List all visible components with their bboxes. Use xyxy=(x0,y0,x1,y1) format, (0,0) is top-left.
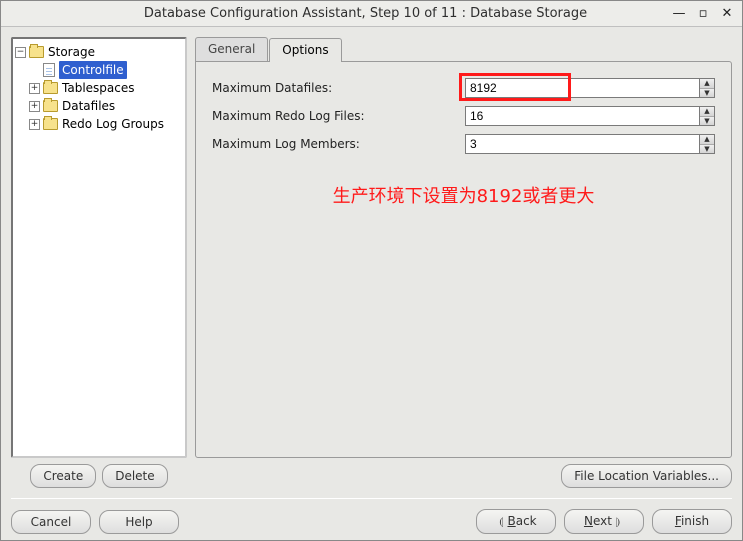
tab-strip: General Options xyxy=(195,37,732,61)
spinner-down-icon[interactable]: ▼ xyxy=(700,145,714,154)
right-column: General Options Maximum Datafiles: ▲ ▼ xyxy=(195,37,732,488)
input-max-log-members[interactable] xyxy=(465,134,699,154)
spinner-down-icon[interactable]: ▼ xyxy=(700,117,714,126)
row-max-log-members: Maximum Log Members: ▲ ▼ xyxy=(212,134,715,154)
file-location-row: File Location Variables... xyxy=(195,464,732,488)
tree-label-datafiles: Datafiles xyxy=(62,97,115,115)
row-max-datafiles: Maximum Datafiles: ▲ ▼ xyxy=(212,78,715,98)
row-max-redo: Maximum Redo Log Files: ▲ ▼ xyxy=(212,106,715,126)
help-button[interactable]: Help xyxy=(99,510,179,534)
spinner-up-icon[interactable]: ▲ xyxy=(700,107,714,117)
tree-item-tablespaces[interactable]: + Tablespaces xyxy=(29,79,183,97)
spinner-down-icon[interactable]: ▼ xyxy=(700,89,714,98)
spinner-up-icon[interactable]: ▲ xyxy=(700,79,714,89)
left-column: − Storage Controlfile + Tab xyxy=(11,37,187,488)
tree-buttons: Create Delete xyxy=(11,464,187,488)
tree-root-storage[interactable]: − Storage xyxy=(15,43,183,61)
folder-icon xyxy=(43,100,58,112)
main-row: − Storage Controlfile + Tab xyxy=(11,37,732,488)
tree-label-controlfile: Controlfile xyxy=(59,61,127,79)
file-location-variables-button[interactable]: File Location Variables... xyxy=(561,464,732,488)
content-area: − Storage Controlfile + Tab xyxy=(1,27,742,540)
tab-body-options: Maximum Datafiles: ▲ ▼ Max xyxy=(195,61,732,458)
collapse-icon[interactable]: − xyxy=(15,47,26,58)
tab-general[interactable]: General xyxy=(195,37,268,61)
delete-button[interactable]: Delete xyxy=(102,464,167,488)
tree-label-tablespaces: Tablespaces xyxy=(62,79,135,97)
expand-icon[interactable]: + xyxy=(29,83,40,94)
tree-label-redolog: Redo Log Groups xyxy=(62,115,164,133)
storage-tree[interactable]: − Storage Controlfile + Tab xyxy=(11,37,187,458)
tab-options[interactable]: Options xyxy=(269,38,341,62)
label-max-datafiles: Maximum Datafiles: xyxy=(212,81,412,95)
tab-container: General Options Maximum Datafiles: ▲ ▼ xyxy=(195,37,732,458)
label-max-log-members: Maximum Log Members: xyxy=(212,137,412,151)
label-max-redo: Maximum Redo Log Files: xyxy=(212,109,412,123)
create-button[interactable]: Create xyxy=(30,464,96,488)
titlebar: Database Configuration Assistant, Step 1… xyxy=(1,1,742,27)
close-button[interactable]: ✕ xyxy=(718,5,736,23)
footer-buttons: Cancel Help ⦇Back Next⦈ Finish xyxy=(11,507,732,534)
next-button[interactable]: Next⦈ xyxy=(564,509,644,534)
expand-icon[interactable]: + xyxy=(29,101,40,112)
maximize-button[interactable]: ▫ xyxy=(694,5,712,23)
back-button[interactable]: ⦇Back xyxy=(476,509,556,534)
tree-item-redolog[interactable]: + Redo Log Groups xyxy=(29,115,183,133)
window-root: Database Configuration Assistant, Step 1… xyxy=(0,0,743,541)
tree-item-controlfile[interactable]: Controlfile xyxy=(29,61,183,79)
folder-icon xyxy=(29,46,44,58)
folder-icon xyxy=(43,118,58,130)
spinner-max-log-members: ▲ ▼ xyxy=(465,134,715,154)
cancel-button[interactable]: Cancel xyxy=(11,510,91,534)
folder-icon xyxy=(43,82,58,94)
annotation-text: 生产环境下设置为8192或者更大 xyxy=(212,182,715,208)
spinner-max-datafiles: ▲ ▼ xyxy=(465,78,715,98)
spinner-up-icon[interactable]: ▲ xyxy=(700,135,714,145)
arrow-right-icon: ⦈ xyxy=(616,515,620,528)
minimize-button[interactable]: — xyxy=(670,5,688,23)
expand-icon[interactable]: + xyxy=(29,119,40,130)
tree-item-datafiles[interactable]: + Datafiles xyxy=(29,97,183,115)
spinner-max-redo: ▲ ▼ xyxy=(465,106,715,126)
file-icon xyxy=(43,63,55,77)
separator xyxy=(11,498,732,499)
input-max-redo[interactable] xyxy=(465,106,699,126)
tree-label-storage: Storage xyxy=(48,43,95,61)
window-title: Database Configuration Assistant, Step 1… xyxy=(67,6,664,21)
input-max-datafiles[interactable] xyxy=(465,78,699,98)
arrow-left-icon: ⦇ xyxy=(499,515,503,528)
finish-button[interactable]: Finish xyxy=(652,509,732,534)
